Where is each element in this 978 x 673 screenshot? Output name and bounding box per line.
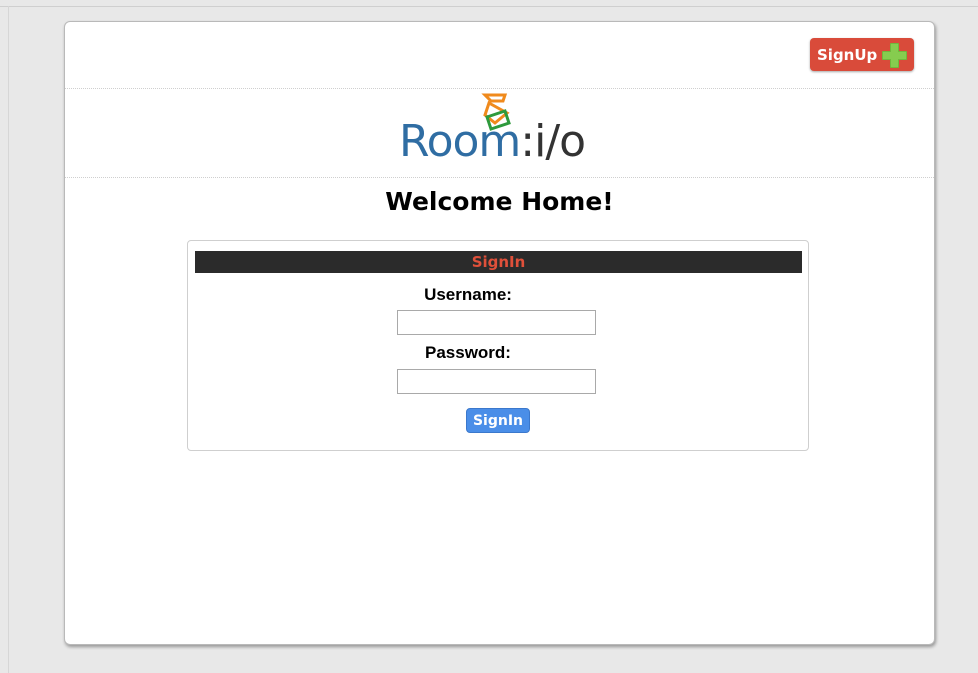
password-label: Password: — [425, 343, 511, 362]
viewport-top-border — [0, 6, 978, 7]
signup-button-label: SignUp — [817, 45, 878, 64]
logo-area: Room:i/o — [65, 89, 934, 178]
welcome-heading: Welcome Home! — [385, 187, 614, 216]
main-panel: SignUp Room:i/o Welcome Home! SignIn Use… — [64, 21, 935, 645]
room-io-logo[interactable]: Room:i/o — [399, 93, 599, 171]
signin-section-title: SignIn — [195, 251, 802, 273]
signin-button[interactable]: SignIn — [466, 408, 530, 433]
logo-brand-main: Room — [399, 116, 521, 167]
password-input[interactable] — [397, 369, 596, 394]
username-input[interactable] — [397, 310, 596, 335]
plus-icon — [882, 43, 907, 68]
logo-brand-suffix: :i/o — [520, 116, 586, 167]
header-bar: SignUp — [65, 22, 934, 89]
username-label: Username: — [424, 285, 512, 304]
signup-button[interactable]: SignUp — [810, 38, 914, 71]
logo-wordmark: Room:i/o — [399, 116, 586, 167]
viewport-left-border — [8, 6, 9, 673]
signin-form: SignIn Username: Password: SignIn — [187, 240, 809, 451]
